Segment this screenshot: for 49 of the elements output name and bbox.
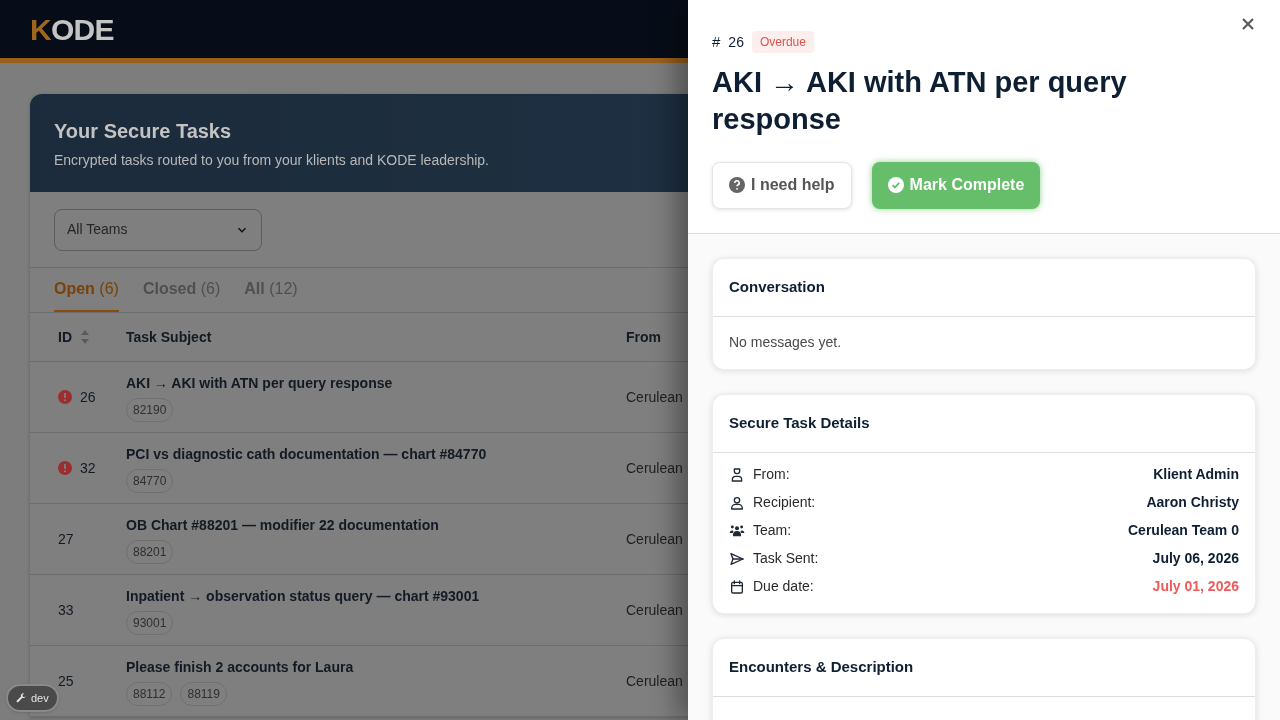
task-from: Cerulean [626,529,683,549]
task-id: 32 [80,458,96,478]
wrench-icon [16,692,27,704]
banner-subtitle: Encrypted tasks routed to you from your klients and KODE leadership. [54,150,489,170]
agent-icon [729,466,745,483]
dev-badge[interactable]: dev [6,684,59,712]
task-subject: Inpatient → observation status query — chart #93001 [126,586,480,606]
team-select[interactable]: All Teams [54,208,262,251]
status-badge: Overdue [751,31,814,54]
task-id: 25 [58,671,74,691]
close-icon [1242,18,1254,30]
column-header: Task Subject [126,327,212,347]
task-subject: AKI → AKI with ATN per query response [126,373,393,393]
card-title: Encounters & Description [729,656,914,677]
detail-label: Task Sent: [753,549,819,568]
detail-value: Klient Admin [1153,465,1239,484]
task-subject: Please finish 2 accounts for Laura [126,657,354,677]
detail-value: Cerulean Team 0 [1128,521,1239,540]
task-number: 26 [728,32,744,52]
task-id: 27 [58,529,74,549]
banner-title: Your Secure Tasks [54,118,232,144]
column-header: From [626,327,661,347]
task-from: Cerulean [626,600,683,620]
card-title: Secure Task Details [729,412,870,433]
user-icon [729,494,745,511]
detail-value: July 01, 2026 [1152,577,1239,596]
logo[interactable]: KODE [30,6,114,52]
check-circle-icon [887,177,904,193]
task-subject: OB Chart #88201 — modifier 22 documentation [126,515,439,535]
complete-button[interactable]: Mark Complete [871,161,1041,209]
task-id: 26 [80,387,96,407]
card-title: Conversation [729,276,825,297]
task-from: Cerulean [626,387,683,407]
calendar-icon [729,578,745,595]
task-subject: PCI vs diagnostic cath documentation — chart #84770 [126,444,487,464]
task-from: Cerulean [626,458,683,478]
detail-label: Team: [753,521,792,540]
detail-value: July 06, 2026 [1152,549,1239,568]
task-title: AKI → AKI with ATN per query response [712,64,1128,137]
detail-label: Due date: [753,577,814,596]
task-id: 33 [58,600,74,620]
column-header[interactable]: ID [58,326,72,348]
hash-symbol: # [712,32,721,52]
send-icon [729,550,745,567]
task-from: Cerulean [626,671,683,691]
help-button[interactable]: I need help [712,161,852,209]
question-icon [729,177,745,193]
empty-message: No messages yet. [729,333,842,352]
detail-label: From: [753,465,790,484]
